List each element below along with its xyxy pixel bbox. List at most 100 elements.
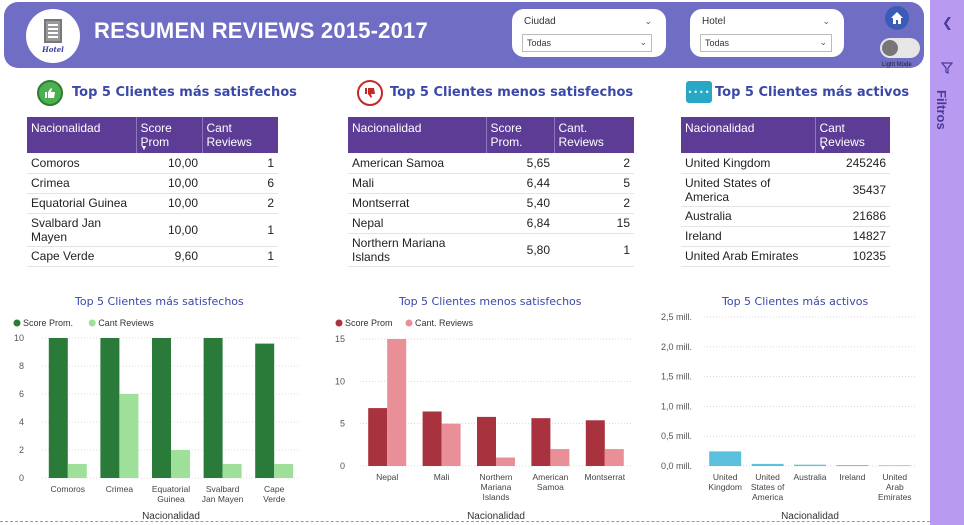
bar[interactable] [203, 338, 223, 478]
table-header[interactable]: Cant Reviews [202, 117, 278, 153]
bar[interactable] [531, 418, 551, 466]
x-tick-label: Svalbard [206, 484, 240, 494]
table-header[interactable]: Nacionalidad [681, 117, 816, 153]
x-tick-label: States of [751, 482, 785, 492]
table-row[interactable]: United States of America 35437 [681, 173, 890, 207]
table-row[interactable]: Comoros 10,00 1 [27, 153, 278, 174]
chart-title-unsatisfied: Top 5 Clientes menos satisfechos [399, 295, 582, 308]
table-cell-country: Cape Verde [27, 246, 136, 267]
x-tick-label: Kingdom [708, 482, 742, 492]
table-header[interactable]: Score Prom. [486, 117, 555, 153]
bar[interactable] [171, 450, 190, 478]
unsatisfied-table-title: Top 5 Clientes menos satisfechos [390, 85, 634, 100]
table-cell-value: 1 [202, 153, 278, 174]
table-cell-value: 2 [202, 193, 278, 214]
legend-marker [335, 319, 343, 327]
table-row[interactable]: American Samoa 5,65 2 [348, 153, 634, 174]
table-cell-value: 2 [554, 153, 634, 174]
bar[interactable] [119, 394, 139, 478]
bar[interactable] [387, 339, 407, 466]
table-cell-country: Mali [348, 173, 486, 194]
x-tick-label: Comoros [51, 484, 85, 494]
chart-satisfied[interactable]: Score Prom. Cant Reviews 0 2 4 6 8 10 Comoros Cri… [8, 312, 308, 522]
legend-label: Score Prom [345, 318, 393, 328]
legend-label: Cant Reviews [98, 318, 154, 328]
table-row[interactable]: Svalbard Jan Mayen 10,00 1 [27, 213, 278, 247]
table-row[interactable]: Nepal 6,84 15 [348, 213, 634, 234]
bar[interactable] [878, 465, 911, 466]
bar[interactable] [422, 411, 442, 466]
bar[interactable] [274, 464, 294, 478]
table-header[interactable]: Cant. Reviews [554, 117, 634, 153]
chart-title-satisfied: Top 5 Clientes más satisfechos [75, 295, 244, 308]
table-header[interactable]: Nacionalidad [348, 117, 487, 153]
hotel-slicer[interactable]: Hotel ⌄ Todas ⌄ [690, 9, 844, 57]
x-tick-label: Cape [264, 484, 285, 494]
table-row[interactable]: Cape Verde 9,60 1 [27, 246, 278, 267]
chevron-down-icon[interactable]: ⌄ [822, 17, 830, 27]
chevron-down-icon[interactable]: ⌄ [644, 17, 652, 27]
x-tick-label: Nepal [376, 472, 398, 482]
bar[interactable] [441, 423, 461, 466]
thumbs-down-icon [357, 80, 383, 106]
x-tick-label: Islands [483, 492, 510, 502]
table-header[interactable]: Nacionalidad [27, 117, 137, 153]
bar[interactable] [836, 465, 869, 466]
table-row[interactable]: Australia 21686 [681, 206, 890, 227]
x-tick-label: Samoa [537, 482, 564, 492]
bar[interactable] [67, 464, 87, 478]
table-row[interactable]: Montserrat 5,40 2 [348, 193, 634, 214]
table-cell-value: 21686 [815, 206, 890, 227]
city-slicer[interactable]: Ciudad ⌄ Todas ⌄ [512, 9, 666, 57]
chart-unsatisfied[interactable]: Score Prom Cant. Reviews 0 5 10 15 Nepal Mali No… [330, 312, 635, 522]
table-header-sorted[interactable]: Score Prom ▼ [136, 117, 203, 153]
bar[interactable] [255, 343, 275, 478]
x-tick-label: Guinea [157, 494, 185, 504]
table-cell-value: 1 [202, 246, 278, 267]
legend-label: Cant. Reviews [415, 318, 474, 328]
table-cell-value: 35437 [815, 173, 890, 207]
table-cell-country: Montserrat [348, 193, 486, 214]
table-row[interactable]: Equatorial Guinea 10,00 2 [27, 193, 278, 214]
bar[interactable] [604, 449, 624, 466]
city-dropdown[interactable]: Todas ⌄ [522, 34, 652, 52]
chart-active[interactable]: 0,0 mill. 0,5 mill. 1,0 mill. 1,5 mill. 2,0 … [652, 305, 922, 522]
table-header-sorted[interactable]: Cant Reviews ▼ [815, 117, 890, 153]
table-row[interactable]: United Kingdom 245246 [681, 153, 890, 174]
hotel-logo: Hotel [26, 9, 80, 63]
table-row[interactable]: Mali 6,44 5 [348, 173, 634, 194]
chevron-left-icon[interactable]: ❮ [942, 16, 953, 31]
y-tick-label: 0,5 mill. [661, 431, 692, 441]
bar[interactable] [794, 464, 826, 466]
legend-marker [405, 319, 413, 327]
table-cell-value: 1 [202, 213, 278, 247]
table-cell-value: 5,65 [486, 153, 554, 174]
bar[interactable] [709, 451, 742, 466]
active-table: Nacionalidad Cant Reviews ▼ United Kingdo… [681, 117, 890, 267]
table-row[interactable]: Ireland 14827 [681, 226, 890, 247]
table-cell-value: 10,00 [136, 213, 202, 247]
bar[interactable] [751, 463, 784, 466]
table-cell-value: 14827 [815, 226, 890, 247]
home-button[interactable] [885, 6, 909, 30]
table-row[interactable]: Northern Mariana Islands 5,80 1 [348, 233, 634, 267]
bar[interactable] [100, 338, 120, 478]
light-mode-toggle[interactable] [880, 38, 920, 58]
bar[interactable] [368, 408, 388, 466]
x-tick-label: American [532, 472, 568, 482]
y-tick-label: 10 [14, 333, 24, 343]
filters-panel[interactable]: ❮ Filtros [930, 0, 964, 525]
hotel-dropdown[interactable]: Todas ⌄ [700, 34, 832, 52]
bar[interactable] [550, 449, 570, 466]
bar[interactable] [152, 338, 171, 478]
x-tick-label: United [713, 472, 738, 482]
x-tick-label: Mali [434, 472, 450, 482]
bar[interactable] [585, 420, 605, 466]
bar[interactable] [496, 457, 515, 466]
y-tick-label: 1,0 mill. [661, 401, 692, 411]
bar[interactable] [477, 416, 496, 466]
table-row[interactable]: Crimea 10,00 6 [27, 173, 278, 194]
bar[interactable] [222, 464, 242, 478]
table-row[interactable]: United Arab Emirates 10235 [681, 246, 890, 267]
bar[interactable] [48, 338, 68, 478]
